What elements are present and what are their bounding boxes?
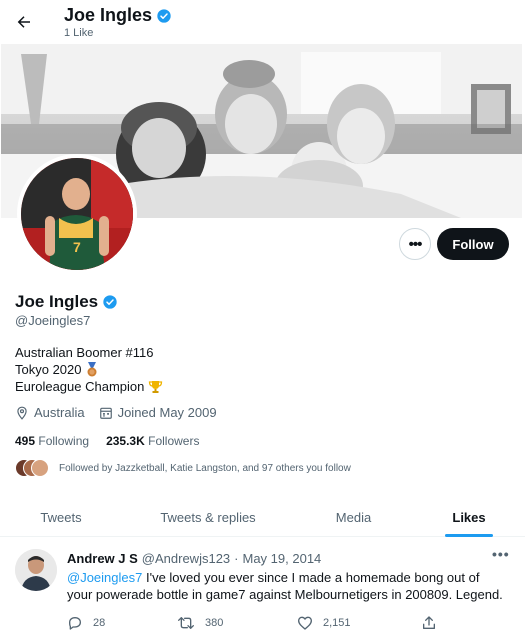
following-label: Following [38,434,90,448]
tweet-more-button[interactable]: ••• [492,546,510,562]
bronze-medal-icon [87,362,96,377]
retweet-button[interactable]: 380 [177,615,223,631]
tweet-text: @Joeingles7 I've loved you ever since I … [67,569,507,603]
profile-joined: Joined May 2009 [99,405,217,420]
tweet-mention-link[interactable]: @Joeingles7 [67,570,142,585]
retweet-count: 380 [205,617,224,629]
heart-icon [297,616,313,630]
profile-display-name: Joe Ingles [15,292,99,311]
tweet-author-avatar[interactable] [15,549,57,591]
following-link[interactable]: 495 Following [15,434,89,448]
reply-count: 28 [93,617,106,629]
tweet-date[interactable]: May 19, 2014 [243,551,322,566]
reply-icon [69,617,81,630]
verified-badge-icon [157,8,171,23]
bio-line-3: Euroleague Champion [15,379,145,394]
tab-tweets-replies[interactable]: Tweets & replies [122,497,294,537]
active-tab-indicator [445,534,493,537]
follow-button[interactable]: Follow [437,228,509,260]
header-name: Joe Ingles [64,5,153,25]
followed-by-row[interactable]: Followed by Jazzketball, Katie Langston,… [15,459,351,477]
followers-link[interactable]: 235.3K Followers [106,434,199,448]
followed-by-text: Followed by Jazzketball, Katie Langston,… [59,462,351,474]
avatar [31,459,49,477]
location-pin-icon [17,406,27,420]
followers-count: 235.3K [106,434,145,448]
retweet-icon [178,617,194,629]
tweet-separator: · [234,551,239,566]
profile-bio: Australian Boomer #116 Tokyo 2020 Eurole… [15,344,163,395]
joined-text: Joined May 2009 [117,405,217,420]
reply-button[interactable]: 28 [67,615,105,631]
back-arrow-icon [17,16,30,28]
tweet-header: Andrew J S @Andrewjs123 · May 19, 2014 [67,551,321,566]
bio-line-1: Australian Boomer #116 [15,345,154,360]
location-text: Australia [34,405,85,420]
more-options-button[interactable]: ••• [399,228,431,260]
verified-badge-icon [103,295,117,309]
following-count: 495 [15,434,36,448]
tab-likes-label: Likes [452,509,486,525]
back-button[interactable] [10,8,38,36]
profile-header-bar: Joe Ingles 1 Like [0,0,525,44]
tweet-author-handle[interactable]: @Andrewjs123 [142,551,230,566]
share-button[interactable] [421,615,437,631]
bio-line-2: Tokyo 2020 [15,362,82,377]
calendar-icon [99,407,112,419]
tweet[interactable]: Andrew J S @Andrewjs123 · May 19, 2014 •… [0,538,525,643]
followers-label: Followers [148,434,200,448]
profile-handle: @Joeingles7 [15,313,91,328]
profile-avatar[interactable]: 7 [17,154,137,274]
like-button[interactable]: 2,151 [297,615,351,631]
profile-location: Australia [15,405,85,420]
tab-media[interactable]: Media [294,497,413,537]
header-title: Joe Ingles [64,5,172,26]
like-count: 2,151 [323,617,351,629]
svg-text:7: 7 [73,239,81,255]
trophy-icon [149,380,163,393]
share-icon [423,616,435,629]
tweet-author-name[interactable]: Andrew J S [67,551,138,566]
profile-name: Joe Ingles [15,292,118,312]
profile-stats: 495 Following 235.3K Followers [15,434,199,448]
profile-tabs: Tweets Tweets & replies Media Likes [0,497,525,537]
tab-tweets[interactable]: Tweets [0,497,122,537]
profile-meta: Australia Joined May 2009 [15,405,217,420]
header-like-count: 1 Like [64,27,94,39]
followed-by-avatars [15,459,51,477]
tab-likes[interactable]: Likes [413,497,525,537]
